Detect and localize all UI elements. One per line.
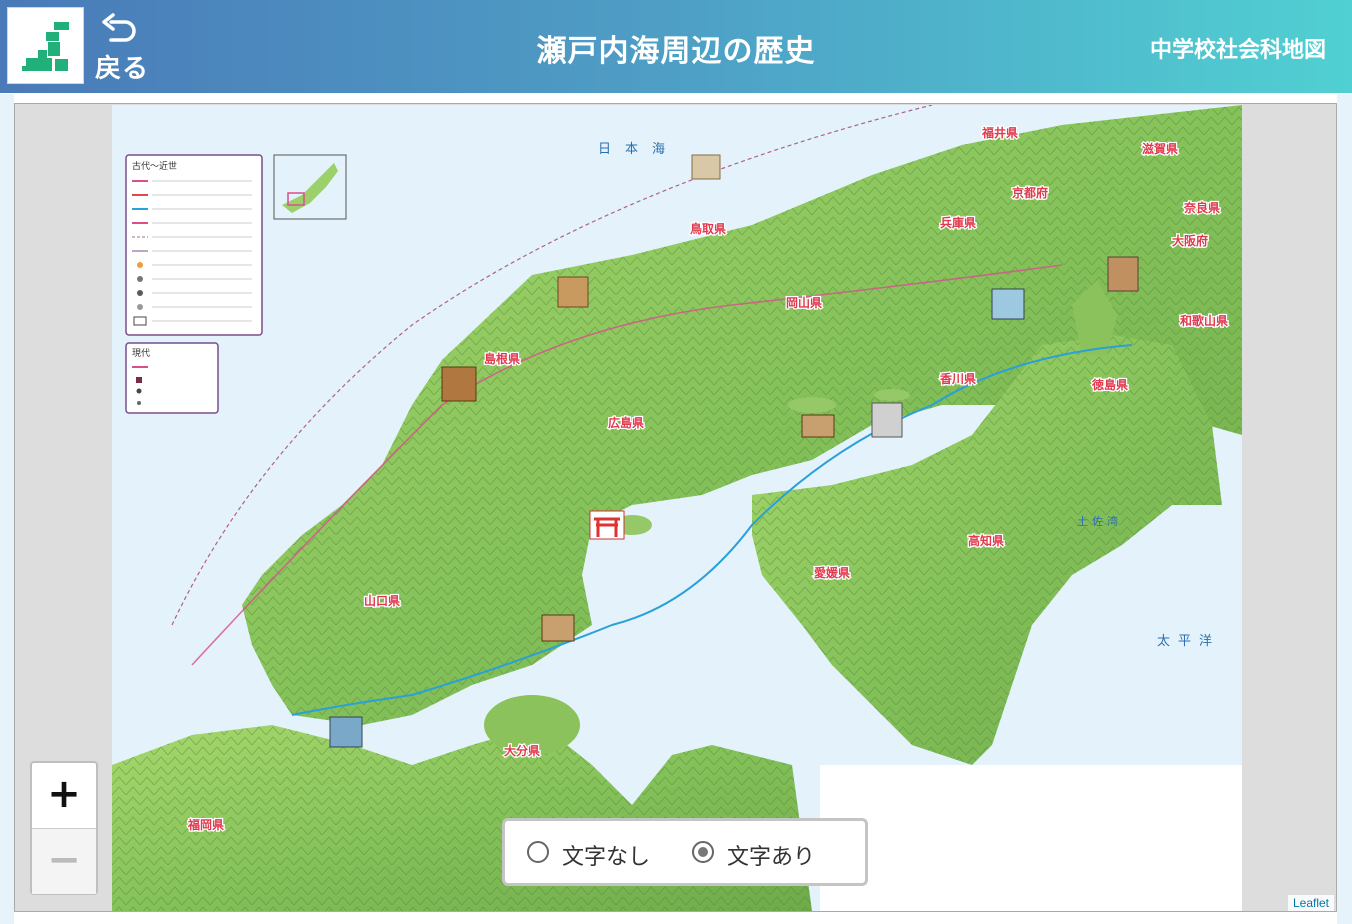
- map-edge-left: [0, 94, 14, 924]
- sea-label-tosawan: 土佐湾: [1077, 514, 1122, 528]
- option-no-labels-text: 文字なし: [562, 845, 651, 870]
- pref-osaka: 大阪府: [1172, 233, 1208, 248]
- zoom-control: + −: [30, 761, 98, 895]
- illustration-osaka: [1107, 256, 1139, 292]
- map-viewport[interactable]: 古代～近世 現代 日本海 太平洋 土佐湾 福井県 京都府 滋賀県 奈良県 大阪府…: [14, 103, 1337, 912]
- pref-yamaguchi: 山口県: [364, 593, 400, 608]
- pref-hiroshima: 広島県: [608, 415, 644, 430]
- illustration-ship-2: [541, 614, 575, 642]
- option-no-labels[interactable]: 文字なし: [527, 841, 667, 870]
- blank-area: [820, 765, 1242, 911]
- pref-nara: 奈良県: [1183, 200, 1220, 215]
- pref-shimane: 島根県: [484, 351, 520, 366]
- pref-kochi: 高知県: [968, 533, 1004, 548]
- option-with-labels-text: 文字あり: [727, 845, 816, 870]
- sea-label-taiheiyo: 太平洋: [1157, 634, 1220, 649]
- return-arrow-icon: [102, 13, 136, 42]
- japan-map-logo-icon: [22, 22, 69, 71]
- illustration-ship: [691, 154, 721, 180]
- legend-ancient-title: 古代～近世: [132, 160, 177, 171]
- pref-wakayama: 和歌山県: [1179, 313, 1228, 328]
- pref-hyogo: 兵庫県: [940, 215, 976, 230]
- site-name[interactable]: 中学校社会科地図: [1150, 32, 1326, 64]
- radio-with-labels[interactable]: [692, 841, 714, 863]
- back-button[interactable]: 戻る: [95, 10, 155, 84]
- pref-tokushima: 徳島県: [1091, 377, 1128, 392]
- radio-no-labels[interactable]: [527, 841, 549, 863]
- pref-okayama: 岡山県: [786, 295, 822, 310]
- pref-fukuoka: 福岡県: [187, 817, 224, 832]
- pref-oita: 大分県: [504, 743, 540, 758]
- historical-map-tile[interactable]: 古代～近世 現代 日本海 太平洋 土佐湾 福井県 京都府 滋賀県 奈良県 大阪府…: [112, 105, 1242, 911]
- illustration-izumo: [557, 276, 589, 308]
- illustration-shimonoseki: [329, 716, 363, 748]
- pref-tottori: 鳥取県: [690, 221, 726, 236]
- zoom-out-button[interactable]: −: [32, 828, 96, 894]
- pref-fukui: 福井県: [981, 125, 1018, 140]
- label-toggle-panel: 文字なし 文字あり: [502, 818, 868, 886]
- illustration-iwami: [441, 366, 477, 402]
- back-label: 戻る: [95, 54, 150, 84]
- page-title: 瀬戸内海周辺の歴史: [536, 34, 816, 69]
- pref-kyoto: 京都府: [1012, 185, 1048, 200]
- illustration-kobe: [991, 288, 1025, 320]
- pref-kagawa: 香川県: [939, 371, 976, 386]
- pref-shiga: 滋賀県: [1142, 141, 1178, 156]
- legend-modern-title: 現代: [132, 348, 150, 358]
- sea-label-nihonkai: 日本海: [598, 142, 679, 157]
- app-header: 戻る 瀬戸内海周辺の歴史 中学校社会科地図: [0, 0, 1352, 93]
- leaflet-attribution[interactable]: Leaflet: [1287, 895, 1334, 911]
- site-logo[interactable]: [7, 7, 84, 84]
- pref-ehime: 愛媛県: [814, 565, 850, 580]
- map-edge-right: [1337, 94, 1352, 924]
- zoom-in-button[interactable]: +: [32, 763, 96, 828]
- illustration-castle: [871, 402, 903, 438]
- illustration-ship-3: [801, 414, 835, 438]
- option-with-labels[interactable]: 文字あり: [692, 841, 842, 870]
